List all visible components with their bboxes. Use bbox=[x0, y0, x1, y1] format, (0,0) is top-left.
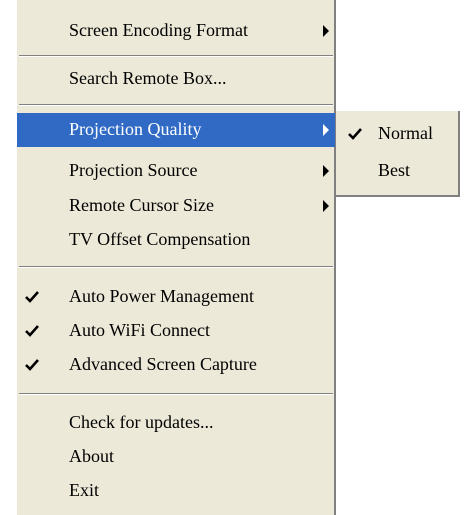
submenu-arrow-icon bbox=[323, 200, 329, 212]
menu-item-projection-source[interactable]: Projection Source bbox=[17, 154, 335, 188]
menu-item-exit[interactable]: Exit bbox=[17, 474, 335, 508]
checkmark-icon bbox=[25, 325, 39, 337]
menu-item-advanced-screen-capture[interactable]: Advanced Screen Capture bbox=[17, 348, 335, 382]
menu-separator bbox=[19, 104, 333, 106]
checkmark-icon bbox=[25, 359, 39, 371]
menu-separator bbox=[19, 393, 333, 395]
submenu-item-normal[interactable]: Normal bbox=[336, 117, 458, 151]
submenu-item-label: Best bbox=[378, 160, 411, 180]
menu-item-label: Projection Source bbox=[69, 160, 198, 180]
menu-item-remote-cursor-size[interactable]: Remote Cursor Size bbox=[17, 189, 335, 223]
menu-item-about[interactable]: About bbox=[17, 440, 335, 474]
menu-item-label: Exit bbox=[69, 480, 99, 500]
menu-item-label: Check for updates... bbox=[69, 412, 214, 432]
submenu-arrow-icon bbox=[323, 165, 329, 177]
menu-item-tv-offset-compensation[interactable]: TV Offset Compensation bbox=[17, 223, 335, 257]
menu-item-label: TV Offset Compensation bbox=[69, 229, 251, 249]
menu-item-screen-encoding-format[interactable]: Screen Encoding Format bbox=[17, 14, 335, 48]
context-menu: Screen Encoding Format Search Remote Box… bbox=[16, 0, 336, 515]
menu-item-label: Screen Encoding Format bbox=[69, 20, 248, 40]
menu-item-check-for-updates[interactable]: Check for updates... bbox=[17, 406, 335, 440]
menu-item-label: Auto WiFi Connect bbox=[69, 320, 210, 340]
checkmark-icon bbox=[25, 291, 39, 303]
menu-item-search-remote-box[interactable]: Search Remote Box... bbox=[17, 62, 335, 96]
menu-item-auto-power-management[interactable]: Auto Power Management bbox=[17, 280, 335, 314]
menu-item-label: About bbox=[69, 446, 114, 466]
menu-separator bbox=[19, 266, 333, 268]
submenu-item-best[interactable]: Best bbox=[336, 154, 458, 188]
menu-item-auto-wifi-connect[interactable]: Auto WiFi Connect bbox=[17, 314, 335, 348]
submenu-arrow-icon bbox=[323, 25, 329, 37]
submenu-arrow-icon bbox=[323, 124, 329, 136]
projection-quality-submenu: Normal Best bbox=[336, 111, 460, 197]
menu-item-label: Search Remote Box... bbox=[69, 68, 227, 88]
checkmark-icon bbox=[348, 128, 362, 140]
menu-item-label: Remote Cursor Size bbox=[69, 195, 214, 215]
submenu-item-label: Normal bbox=[378, 123, 433, 143]
menu-item-label: Advanced Screen Capture bbox=[69, 354, 257, 374]
menu-item-label: Auto Power Management bbox=[69, 286, 254, 306]
menu-separator bbox=[19, 55, 333, 57]
menu-item-projection-quality[interactable]: Projection Quality bbox=[17, 113, 335, 147]
menu-item-label: Projection Quality bbox=[69, 119, 202, 139]
